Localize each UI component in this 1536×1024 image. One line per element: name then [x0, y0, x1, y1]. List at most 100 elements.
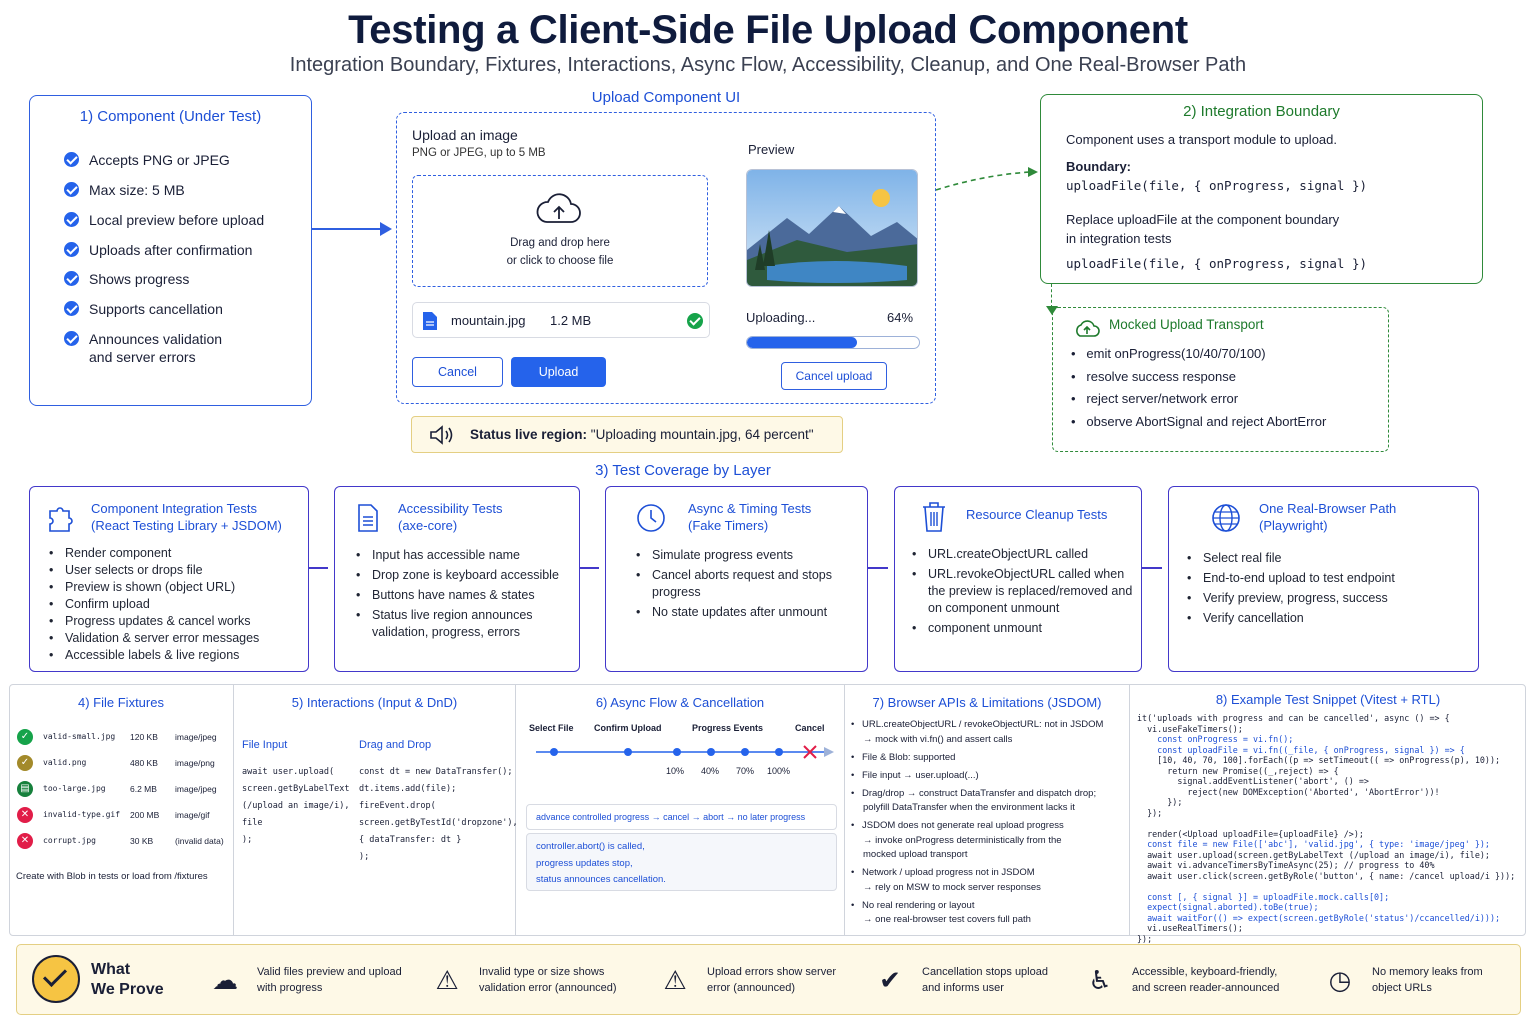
mock-title: Mocked Upload Transport — [1109, 317, 1264, 332]
card-item: Drop zone is keyboard accessible — [352, 567, 574, 584]
code-line: const dt = new DataTransfer(); — [359, 767, 513, 777]
prove-item: No memory leaks from object URLs — [1372, 966, 1483, 994]
code-line: const file = new File(['abc'], 'valid.jp… — [1137, 839, 1490, 849]
cloud-upload-icon — [536, 193, 581, 223]
component-item: Uploads after confirmation — [64, 235, 264, 265]
fixture-name: corrupt.jpg — [43, 836, 96, 845]
cancel-button[interactable]: Cancel — [412, 357, 503, 387]
boundary-connector — [1051, 284, 1052, 308]
check-icon — [64, 271, 79, 286]
globe-icon — [1212, 504, 1240, 532]
file-input-heading: File Input — [242, 739, 288, 751]
cloud-upload-icon — [1076, 320, 1100, 337]
trash-icon — [923, 502, 945, 532]
status-icon: ✕ — [17, 807, 33, 823]
card-title: Component Integration Tests (React Testin… — [91, 501, 282, 533]
fixture-row: ✕ invalid-type.gif 200 MB image/gif — [17, 806, 229, 832]
card-title: Accessibility Tests (axe-core) — [398, 501, 503, 533]
upload-ui-panel: Upload an image PNG or JPEG, up to 5 MB … — [396, 112, 936, 404]
fixture-name: too-large.jpg — [43, 784, 106, 793]
browser-item: Network / upload progress not in JSDOM → … — [851, 867, 1041, 893]
step-progress: Progress Events — [692, 723, 764, 733]
card-item: End-to-end upload to test endpoint — [1183, 570, 1473, 587]
check-circle-icon — [32, 955, 80, 1003]
interactions-panel: 5) Interactions (Input & DnD) File Input… — [234, 684, 518, 936]
card-item: Select real file — [1183, 550, 1473, 567]
status-icon: ✓ — [17, 755, 33, 771]
component-title: 1) Component (Under Test) — [79, 108, 262, 125]
code-line: vi.useFakeTimers(); — [1137, 723, 1243, 734]
code-line: screen.getByTestId('dropzone'), — [359, 818, 518, 828]
upload-button[interactable]: Upload — [511, 357, 606, 387]
preview-label: Preview — [748, 142, 795, 157]
prove-item: Accessible, keyboard-friendly, and screen… — [1132, 966, 1280, 994]
component-list: Accepts PNG or JPEG Max size: 5 MB Local… — [64, 145, 264, 366]
code-line: return new Promise((_,reject) => { — [1137, 765, 1339, 776]
file-icon — [423, 312, 437, 330]
card-item: URL.revokeObjectURL called when the prev… — [908, 566, 1136, 617]
preview-image — [746, 169, 918, 287]
fixture-name: valid.png — [43, 758, 87, 767]
snippet-title: 8) Example Test Snippet (Vitest + RTL) — [1215, 692, 1441, 707]
code-line: const uploadFile = vi.fn((_file, { onPro… — [1137, 744, 1465, 755]
check-badge-icon: ✔ — [879, 965, 901, 995]
mocked-transport-panel: Mocked Upload Transport • emit onProgres… — [1052, 307, 1389, 452]
timeline — [536, 745, 834, 759]
warning-lock-icon: ⚠ — [435, 965, 459, 995]
code-line: const [, { signal }] = uploadFile.mock.c… — [1137, 891, 1390, 902]
timeline-dot — [707, 748, 715, 756]
async-panel: 6) Async Flow & Cancellation Select File… — [516, 684, 845, 936]
status-text: Status live region: "Uploading mountain.… — [470, 427, 814, 442]
card-item: Verify preview, progress, success — [1183, 590, 1473, 607]
warning-triangle-icon: ⚠ — [663, 965, 687, 995]
card-item: Progress updates & cancel works — [45, 613, 259, 630]
page-subtitle: Integration Boundary, Fixtures, Interact… — [289, 54, 1247, 76]
code-line: expect(signal.aborted).toBe(true); — [1137, 902, 1319, 912]
fixture-name: invalid-type.gif — [43, 810, 121, 819]
card-title: Async & Timing Tests (Fake Timers) — [688, 501, 812, 533]
mock-item: • observe AbortSignal and reject AbortEr… — [1071, 413, 1327, 429]
prove-item: Cancellation stops upload and informs use… — [922, 966, 1048, 994]
file-name: mountain.jpg — [451, 313, 526, 328]
cancel-upload-button[interactable]: Cancel upload — [781, 362, 887, 390]
mountain-landscape-image — [747, 170, 917, 286]
boundary-line2: Replace uploadFile at the component boun… — [1066, 212, 1340, 246]
ui-heading: Upload an image — [412, 127, 518, 143]
component-item: Max size: 5 MB — [64, 175, 264, 205]
mock-item: • reject server/network error — [1071, 391, 1239, 406]
snippet-panel: 8) Example Test Snippet (Vitest + RTL) i… — [1130, 684, 1526, 944]
check-icon — [64, 182, 79, 197]
file-row: mountain.jpg 1.2 MB — [412, 302, 710, 338]
prove-item: Invalid type or size shows validation err… — [479, 966, 617, 994]
code-line: [10, 40, 70, 100].forEach((p => setTimeo… — [1137, 755, 1501, 765]
code-line: { dataTransfer: dt } — [359, 835, 462, 845]
progress-fill — [747, 337, 858, 348]
dropzone[interactable]: Drag and drop here or click to choose fil… — [412, 175, 708, 287]
page-title: Testing a Client-Side File Upload Compon… — [348, 8, 1188, 52]
fixture-name: valid-small.jpg — [43, 732, 116, 741]
boundary-code2: uploadFile(file, { onProgress, signal }) — [1066, 256, 1368, 271]
timeline-dot — [741, 748, 749, 756]
puzzle-icon — [49, 507, 73, 532]
card-item: Buttons have names & states — [352, 587, 574, 604]
prove-title: What We Prove — [91, 961, 164, 998]
fixture-row: ✓ valid.png 480 KB image/png — [17, 754, 229, 780]
ui-title: Upload Component UI — [591, 89, 741, 106]
card-connector — [868, 567, 888, 569]
fixture-size: 6.2 MB — [130, 784, 157, 794]
code-line: screen.getByLabelText — [242, 784, 350, 794]
coverage-card-cleanup: Resource Cleanup Tests URL.createObjectU… — [894, 486, 1142, 672]
file-size: 1.2 MB — [550, 313, 592, 328]
card-item: No state updates after unmount — [632, 604, 842, 621]
mock-item: • resolve success response — [1071, 368, 1236, 384]
browser-title: 7) Browser APIs & Limitations (JSDOM) — [872, 695, 1102, 710]
speaker-icon — [430, 425, 453, 445]
code-line: ); — [242, 835, 253, 845]
code-line: await user.click(screen.getByRole('butto… — [1137, 870, 1516, 881]
timeline-dot — [673, 748, 681, 756]
integration-boundary-panel: 2) Integration Boundary Component uses a… — [1040, 94, 1483, 284]
interactions-title: 5) Interactions (Input & DnD) — [291, 695, 458, 710]
what-we-prove-banner: What We Prove ☁ Valid files preview and up… — [16, 944, 1521, 1015]
prove-item: Upload errors show server error (announce… — [707, 966, 836, 994]
